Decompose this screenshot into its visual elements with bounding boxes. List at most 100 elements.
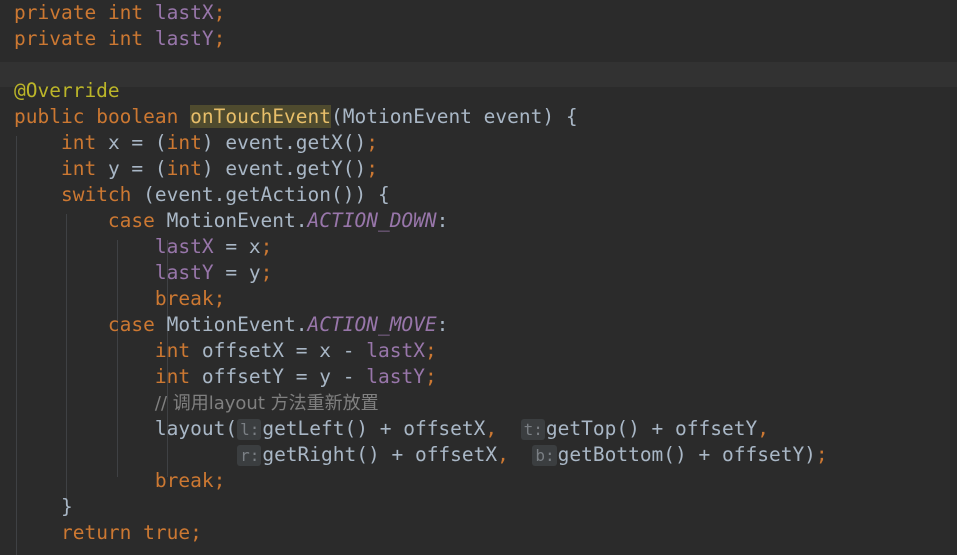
code-line[interactable]: private int lastY; bbox=[0, 26, 957, 52]
code-content[interactable]: private int lastX; private int lastY; @Ove… bbox=[0, 0, 957, 546]
keyword: break bbox=[154, 469, 214, 492]
code-line[interactable]: lastY = y; bbox=[0, 260, 957, 286]
parameter-hint: r: bbox=[237, 445, 262, 466]
keyword: private bbox=[14, 1, 97, 24]
code-token: ; bbox=[815, 443, 828, 466]
code-line[interactable]: break; bbox=[0, 286, 957, 312]
field-reference: lastY bbox=[366, 365, 425, 388]
code-token: ( bbox=[331, 105, 343, 128]
code-token: event) { bbox=[471, 105, 578, 128]
code-token: ) event.getX() bbox=[201, 131, 367, 154]
field-reference: lastX bbox=[154, 1, 214, 24]
code-token: offsetY = y - bbox=[190, 365, 367, 388]
code-line[interactable]: public boolean onTouchEvent(MotionEvent … bbox=[0, 104, 957, 130]
code-line[interactable]: layout(l: getLeft() + offsetX, t: getTop()… bbox=[0, 416, 957, 442]
code-token: : bbox=[436, 313, 449, 336]
keyword: int bbox=[154, 365, 191, 388]
code-editor[interactable]: private int lastX; private int lastY; @Ove… bbox=[0, 0, 957, 555]
keyword: public bbox=[14, 105, 85, 128]
code-line[interactable]: int offsetY = y - lastY; bbox=[0, 364, 957, 390]
code-line[interactable]: int offsetX = x - lastX; bbox=[0, 338, 957, 364]
highlighted-identifier: onTouchEvent bbox=[190, 105, 332, 128]
code-line[interactable]: case MotionEvent.ACTION_MOVE: bbox=[0, 312, 957, 338]
keyword: int bbox=[166, 157, 202, 180]
code-token: MotionEvent. bbox=[154, 209, 308, 232]
code-line[interactable]: // 调用layout 方法重新放置 bbox=[0, 390, 957, 416]
code-token: ) event.getY() bbox=[201, 157, 367, 180]
code-line[interactable]: int x = (int) event.getX(); bbox=[0, 130, 957, 156]
code-token: ; bbox=[213, 469, 226, 492]
static-constant: ACTION_DOWN bbox=[307, 209, 437, 232]
field-reference: lastY bbox=[154, 261, 214, 284]
parameter-hint: b: bbox=[532, 445, 557, 466]
code-token: getBottom() + offsetY) bbox=[557, 443, 816, 466]
code-line[interactable]: switch (event.getAction()) { bbox=[0, 182, 957, 208]
code-line[interactable]: private int lastX; bbox=[0, 0, 957, 26]
keyword: int bbox=[154, 339, 191, 362]
field-reference: lastX bbox=[154, 235, 214, 258]
code-token: getTop() + offsetY bbox=[545, 417, 758, 440]
keyword: boolean bbox=[96, 105, 179, 128]
parameter-hint: t: bbox=[520, 419, 545, 440]
code-line[interactable]: return true; bbox=[0, 520, 957, 546]
code-token: x = ( bbox=[96, 131, 167, 154]
code-token: = x bbox=[213, 235, 261, 258]
code-token: layout( bbox=[14, 417, 238, 440]
keyword: break bbox=[154, 287, 214, 310]
code-token: ; bbox=[366, 157, 379, 180]
code-line[interactable]: int y = (int) event.getY(); bbox=[0, 156, 957, 182]
code-token: } bbox=[14, 495, 73, 518]
annotation: @Override bbox=[14, 79, 120, 102]
code-line[interactable]: lastX = x; bbox=[0, 234, 957, 260]
code-line[interactable]: r: getRight() + offsetX, b: getBottom() + … bbox=[0, 442, 957, 468]
keyword: case bbox=[107, 313, 155, 336]
keyword: int bbox=[107, 27, 144, 50]
code-token: getLeft() + offsetX bbox=[262, 417, 486, 440]
keyword: int bbox=[60, 157, 97, 180]
code-token: (event.getAction()) { bbox=[131, 183, 390, 206]
code-token: : bbox=[436, 209, 449, 232]
code-token: , bbox=[757, 417, 769, 440]
code-line[interactable]: case MotionEvent.ACTION_DOWN: bbox=[0, 208, 957, 234]
code-token: getRight() + offsetX bbox=[262, 443, 498, 466]
static-constant: ACTION_MOVE bbox=[307, 313, 437, 336]
code-token: ; bbox=[190, 521, 202, 544]
field-reference: lastY bbox=[154, 27, 214, 50]
code-token: , bbox=[497, 443, 509, 466]
code-line[interactable]: break; bbox=[0, 468, 957, 494]
field-reference: lastX bbox=[366, 339, 425, 362]
code-comment: // 调用layout 方法重新放置 bbox=[154, 393, 379, 414]
code-line[interactable] bbox=[0, 52, 957, 78]
keyword: private bbox=[14, 27, 97, 50]
code-token: ; bbox=[213, 27, 226, 50]
code-token: MotionEvent bbox=[342, 105, 472, 128]
code-token: MotionEvent. bbox=[154, 313, 308, 336]
code-token: ; bbox=[260, 235, 273, 258]
code-token: offsetX = x - bbox=[190, 339, 367, 362]
keyword: int bbox=[166, 131, 202, 154]
code-token: ; bbox=[366, 131, 379, 154]
keyword: int bbox=[60, 131, 97, 154]
keyword: return bbox=[60, 521, 132, 544]
keyword: int bbox=[107, 1, 144, 24]
code-line[interactable]: } bbox=[0, 494, 957, 520]
code-line[interactable]: @Override bbox=[0, 78, 957, 104]
